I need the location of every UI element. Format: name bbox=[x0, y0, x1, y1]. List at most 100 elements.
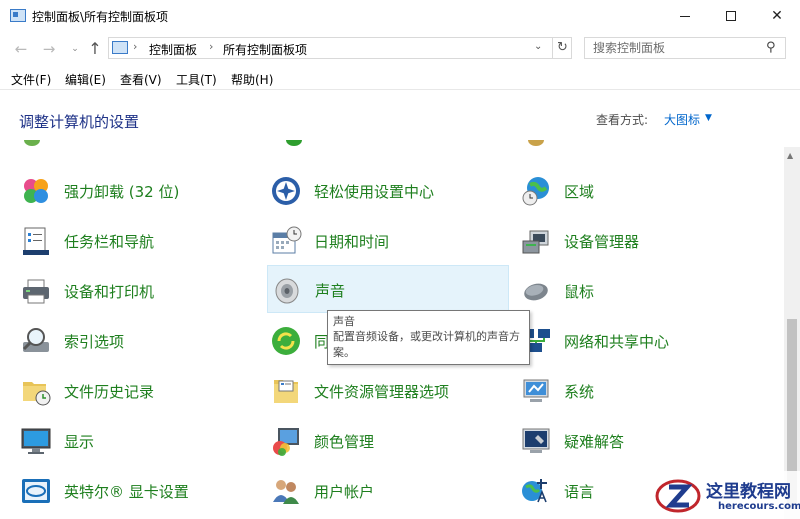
item-region[interactable]: 区域 bbox=[518, 166, 760, 214]
item-network-sharing[interactable]: 网络和共享中心 bbox=[518, 316, 760, 364]
item-mouse[interactable]: 鼠标 bbox=[518, 266, 760, 314]
item-file-explorer-options[interactable]: 文件资源管理器选项 bbox=[268, 366, 510, 414]
content-header: 调整计算机的设置 查看方式: 大图标 ▼ bbox=[0, 91, 800, 147]
breadcrumb-all-items[interactable]: 所有控制面板项 bbox=[223, 41, 307, 58]
address-bar[interactable]: › 控制面板 › 所有控制面板项 ⌄ ↻ bbox=[108, 37, 572, 59]
maximize-icon bbox=[726, 11, 736, 21]
color-management-icon bbox=[273, 428, 299, 456]
up-button[interactable]: ↑ bbox=[84, 39, 106, 59]
display-icon bbox=[21, 428, 51, 454]
item-label[interactable]: 文件资源管理器选项 bbox=[314, 381, 449, 402]
tooltip-title: 声音 bbox=[333, 315, 355, 328]
watermark-name: 这里教程网 bbox=[706, 482, 791, 502]
item-taskbar[interactable]: 任务栏和导航 bbox=[18, 216, 260, 264]
item-sound[interactable]: 声音 bbox=[267, 265, 509, 313]
breadcrumb-separator[interactable]: › bbox=[133, 40, 137, 53]
close-button[interactable]: ✕ bbox=[754, 0, 800, 32]
item-label[interactable]: 网络和共享中心 bbox=[564, 331, 669, 352]
item-label[interactable]: 鼠标 bbox=[564, 281, 594, 302]
item-label[interactable]: 疑难解答 bbox=[564, 431, 624, 452]
ease-of-access-icon bbox=[272, 177, 300, 205]
item-label[interactable]: 设备和打印机 bbox=[64, 281, 154, 302]
menu-file[interactable]: 文件(F) bbox=[11, 71, 51, 88]
clover-icon bbox=[24, 179, 48, 203]
item-label[interactable]: 语言 bbox=[564, 481, 594, 502]
maximize-button[interactable] bbox=[708, 0, 754, 32]
breadcrumb-control-panel[interactable]: 控制面板 bbox=[149, 41, 197, 58]
taskbar-icon bbox=[23, 227, 49, 255]
item-system[interactable]: 系统 bbox=[518, 366, 760, 414]
partial-item-icon bbox=[528, 140, 544, 146]
watermark: 这里教程网 herecours.com bbox=[648, 471, 800, 519]
window-title: 控制面板\所有控制面板项 bbox=[32, 10, 169, 24]
partial-item-icon bbox=[24, 140, 40, 146]
item-label[interactable]: 任务栏和导航 bbox=[64, 231, 154, 252]
menu-help[interactable]: 帮助(H) bbox=[231, 71, 273, 88]
item-label[interactable]: 轻松使用设置中心 bbox=[314, 181, 434, 202]
menu-view[interactable]: 查看(V) bbox=[120, 71, 162, 88]
speaker-icon bbox=[275, 278, 299, 304]
folder-options-icon bbox=[274, 380, 298, 403]
item-date-time[interactable]: 日期和时间 bbox=[268, 216, 510, 264]
item-devices-printers[interactable]: 设备和打印机 bbox=[18, 266, 260, 314]
file-history-icon bbox=[23, 382, 51, 406]
forward-button[interactable]: → bbox=[38, 39, 60, 59]
printer-icon bbox=[23, 279, 49, 304]
item-ease-of-access[interactable]: 轻松使用设置中心 bbox=[268, 166, 510, 214]
search-box[interactable]: ⚲ bbox=[584, 37, 786, 59]
mouse-icon bbox=[524, 283, 548, 301]
item-intel-graphics[interactable]: 英特尔® 显卡设置 bbox=[18, 466, 260, 514]
item-label[interactable]: 用户帐户 bbox=[314, 481, 374, 502]
user-accounts-icon bbox=[273, 480, 299, 504]
item-color-management[interactable]: 颜色管理 bbox=[268, 416, 510, 464]
control-panel-icon bbox=[112, 41, 128, 54]
page-title: 调整计算机的设置 bbox=[19, 113, 140, 131]
chevron-down-icon[interactable]: ▼ bbox=[705, 113, 712, 123]
item-display[interactable]: 显示 bbox=[18, 416, 260, 464]
item-troubleshooting[interactable]: 疑难解答 bbox=[518, 416, 760, 464]
calendar-clock-icon bbox=[272, 226, 302, 254]
menu-bar: 文件(F) 编辑(E) 查看(V) 工具(T) 帮助(H) bbox=[0, 66, 800, 90]
partial-item-icon bbox=[286, 140, 302, 146]
menu-edit[interactable]: 编辑(E) bbox=[65, 71, 106, 88]
scroll-up-icon[interactable]: ▲ bbox=[787, 151, 793, 160]
item-device-manager[interactable]: 设备管理器 bbox=[518, 216, 760, 264]
item-uninstall[interactable]: 强力卸载 (32 位) bbox=[18, 166, 260, 214]
item-label[interactable]: 设备管理器 bbox=[564, 231, 639, 252]
language-icon bbox=[522, 479, 547, 503]
title-bar: 控制面板\所有控制面板项 ✕ bbox=[0, 0, 800, 33]
item-label[interactable]: 声音 bbox=[315, 280, 345, 301]
address-dropdown-icon[interactable]: ⌄ bbox=[534, 41, 542, 52]
watermark-url: herecours.com bbox=[718, 501, 800, 512]
item-user-accounts[interactable]: 用户帐户 bbox=[268, 466, 510, 514]
back-button[interactable]: ← bbox=[10, 39, 32, 59]
breadcrumb-separator[interactable]: › bbox=[209, 40, 213, 53]
item-indexing-options[interactable]: 索引选项 bbox=[18, 316, 260, 364]
item-label[interactable]: 强力卸载 (32 位) bbox=[64, 181, 179, 202]
item-label[interactable]: 日期和时间 bbox=[314, 231, 389, 252]
navigation-bar: ← → ⌄ ↑ › 控制面板 › 所有控制面板项 ⌄ ↻ ⚲ bbox=[0, 33, 800, 65]
globe-clock-icon bbox=[522, 177, 549, 206]
view-by-dropdown[interactable]: 大图标 bbox=[664, 111, 700, 128]
item-label[interactable]: 区域 bbox=[564, 181, 594, 202]
menu-tools[interactable]: 工具(T) bbox=[176, 71, 217, 88]
vertical-scrollbar[interactable]: ▲ bbox=[784, 147, 800, 519]
item-label[interactable]: 索引选项 bbox=[64, 331, 124, 352]
close-icon: ✕ bbox=[771, 8, 783, 24]
item-file-history[interactable]: 文件历史记录 bbox=[18, 366, 260, 414]
search-input[interactable] bbox=[585, 38, 763, 58]
item-label[interactable]: 颜色管理 bbox=[314, 431, 374, 452]
item-label[interactable]: 英特尔® 显卡设置 bbox=[64, 481, 189, 502]
site-logo-icon bbox=[655, 479, 701, 513]
minimize-button[interactable] bbox=[662, 0, 708, 32]
item-label[interactable]: 文件历史记录 bbox=[64, 381, 154, 402]
refresh-button[interactable]: ↻ bbox=[552, 38, 572, 58]
item-label[interactable]: 系统 bbox=[564, 381, 594, 402]
minimize-icon bbox=[680, 15, 690, 17]
troubleshooting-icon bbox=[522, 428, 550, 453]
item-label[interactable]: 显示 bbox=[64, 431, 94, 452]
recent-locations-button[interactable]: ⌄ bbox=[64, 39, 86, 59]
search-icon[interactable]: ⚲ bbox=[766, 40, 776, 55]
device-manager-icon bbox=[522, 230, 549, 254]
intel-graphics-icon bbox=[22, 479, 50, 503]
